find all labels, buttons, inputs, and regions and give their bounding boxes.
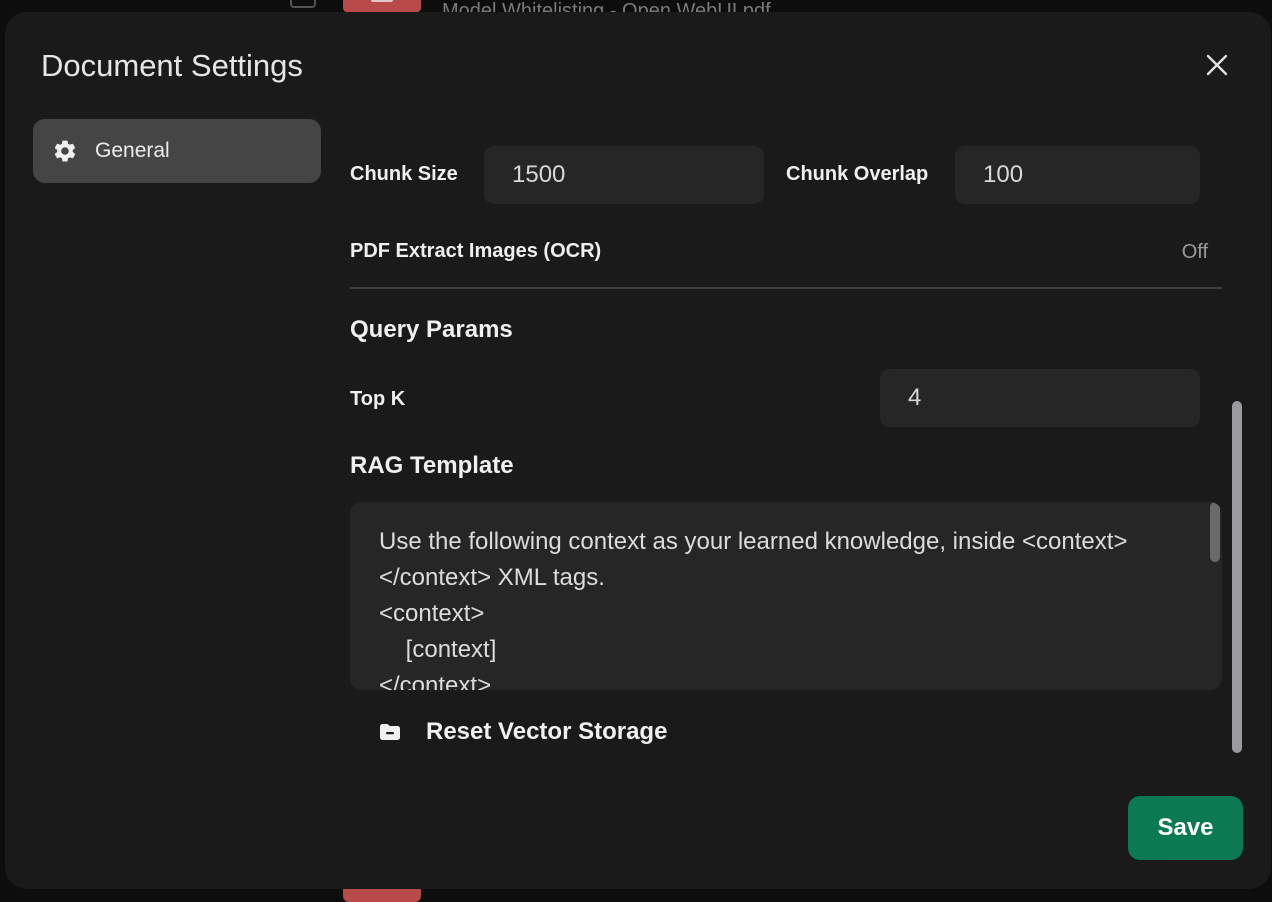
sidebar-item-general[interactable]: General	[33, 119, 321, 183]
ocr-label: PDF Extract Images (OCR)	[350, 240, 602, 262]
chunk-settings-row: Chunk Size Chunk Overlap	[350, 146, 1222, 204]
rag-template-text: Use the following context as your learne…	[379, 528, 1128, 690]
content-scrollbar[interactable]	[1232, 401, 1242, 753]
chunk-overlap-input[interactable]	[955, 146, 1200, 204]
query-params-title: Query Params	[350, 316, 513, 343]
chunk-size-label: Chunk Size	[350, 163, 458, 185]
section-divider	[350, 287, 1222, 289]
modal-title: Document Settings	[41, 48, 303, 83]
ocr-toggle[interactable]: Off	[1182, 241, 1208, 264]
gear-icon	[51, 137, 79, 165]
top-k-input[interactable]	[880, 369, 1200, 427]
rag-template-title: RAG Template	[350, 452, 514, 479]
sidebar-item-label: General	[95, 139, 170, 162]
close-icon	[1206, 54, 1228, 76]
background-checkbox	[290, 0, 316, 8]
chunk-size-input[interactable]	[484, 146, 764, 204]
chunk-overlap-label: Chunk Overlap	[786, 163, 929, 185]
top-k-label: Top K	[350, 388, 406, 410]
ocr-row: PDF Extract Images (OCR) Off	[350, 238, 1222, 268]
reset-vector-storage-label: Reset Vector Storage	[426, 718, 668, 745]
close-button[interactable]	[1200, 48, 1234, 82]
rag-template-textarea[interactable]: Use the following context as your learne…	[350, 502, 1222, 690]
pdf-file-icon	[371, 0, 393, 2]
reset-vector-storage-button[interactable]: Reset Vector Storage	[378, 714, 667, 750]
textarea-scrollbar[interactable]	[1210, 502, 1220, 562]
document-settings-modal: Document Settings General Chunk Size Chu…	[5, 12, 1271, 889]
folder-minus-icon	[378, 720, 402, 744]
save-button[interactable]: Save	[1128, 796, 1243, 860]
background-file-thumbnail	[343, 0, 421, 12]
